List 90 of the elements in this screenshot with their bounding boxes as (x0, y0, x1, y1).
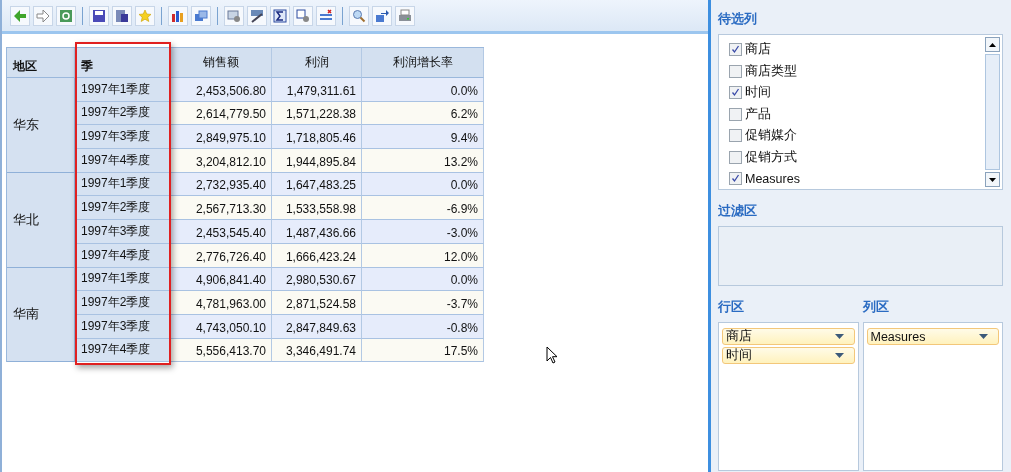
export-icon[interactable] (372, 5, 392, 26)
table-cell: 3,346,491.74 (272, 338, 362, 363)
table-cell: 1,571,228.38 (272, 101, 362, 126)
column-header: 销售额 (171, 48, 272, 78)
table-cell: 2,453,506.80 (171, 78, 272, 102)
table-cell: 2,453,545.40 (171, 220, 272, 244)
panel-title: 待选列 (718, 10, 758, 28)
table-cell: -3.7% (362, 291, 484, 315)
table-cell: 1997年2季度 (75, 291, 171, 315)
panel-title: 行区 (718, 298, 745, 316)
table-cell: 1,718,805.46 (272, 125, 362, 150)
table-cell: 12.0% (362, 243, 484, 268)
field-label: 促销方式 (745, 148, 797, 166)
drop-area[interactable]: 商店 时间 (718, 322, 859, 471)
checkbox[interactable] (729, 150, 742, 164)
table-cell: 1,647,483.25 (272, 172, 362, 197)
refresh-icon[interactable] (56, 5, 76, 26)
field-label: 商店 (745, 41, 771, 59)
region-cell: 华南 (7, 267, 75, 363)
table-cell: 1,666,423.24 (272, 243, 362, 268)
table-cell: -0.8% (362, 314, 484, 339)
table-cell: 4,781,963.00 (171, 291, 272, 315)
table-cell: 1997年3季度 (75, 125, 171, 150)
checkbox[interactable] (729, 64, 742, 78)
table-cell: 6.2% (362, 101, 484, 126)
table-cell: 1997年4季度 (75, 149, 171, 173)
column-header: 季 (75, 48, 171, 78)
delete-icon[interactable] (316, 5, 336, 26)
table-cell: 0.0% (362, 172, 484, 197)
table-cell: 1,479,311.61 (272, 78, 362, 102)
save-icon[interactable] (89, 5, 109, 26)
field-label: 商店类型 (745, 62, 797, 80)
table-cell: 1997年1季度 (75, 78, 171, 102)
caret-icon[interactable] (834, 353, 844, 358)
column-header: 利润 (272, 48, 362, 78)
field-label: 时间 (745, 84, 771, 102)
search-icon[interactable] (349, 5, 369, 26)
table-cell: 0.0% (362, 267, 484, 292)
table-cell: 2,776,726.40 (171, 243, 272, 268)
table-cell: 9.4% (362, 125, 484, 150)
field-label: 产品 (745, 105, 771, 123)
table-cell: 2,567,713.30 (171, 196, 272, 221)
table-cell: 2,849,975.10 (171, 125, 272, 150)
table-cell: 4,906,841.40 (171, 267, 272, 292)
scroll-down-icon[interactable] (985, 172, 1000, 187)
caret-icon[interactable] (834, 334, 844, 339)
field-chip[interactable]: 时间 (722, 347, 855, 364)
table-cell: 4,743,050.10 (171, 314, 272, 339)
table-cell: 0.0% (362, 78, 484, 102)
region-cell: 华北 (7, 172, 75, 268)
table-cell: 5,556,413.70 (171, 338, 272, 363)
table-cell: 13.2% (362, 149, 484, 173)
table-cell: 1997年3季度 (75, 220, 171, 244)
checkbox[interactable] (729, 129, 742, 143)
table-cell: -6.9% (362, 196, 484, 221)
scroll-up-icon[interactable] (985, 37, 1000, 52)
windows-icon[interactable] (191, 5, 211, 26)
table-cell: 2,847,849.63 (272, 314, 362, 339)
sum-icon[interactable] (270, 5, 290, 26)
column-header: 地区 (7, 48, 75, 78)
panel-title: 列区 (862, 298, 890, 316)
table-cell: 1997年2季度 (75, 196, 171, 221)
field-chip[interactable]: Measures (866, 328, 999, 345)
checkbox[interactable] (729, 172, 742, 186)
table-cell: 2,732,935.40 (171, 172, 272, 197)
checkbox[interactable] (729, 86, 742, 100)
table-cell: 1,487,436.66 (272, 220, 362, 244)
checkbox[interactable] (729, 107, 742, 121)
table-cell: -3.0% (362, 220, 484, 244)
table-cell: 1,533,558.98 (272, 196, 362, 221)
field-chip[interactable]: 商店 (722, 328, 855, 345)
bar-chart-icon[interactable] (168, 5, 188, 26)
table-cell: 2,871,524.58 (272, 291, 362, 315)
field-label: Measures (745, 171, 800, 186)
table-cell: 2,980,530.67 (272, 267, 362, 292)
scrollbar-thumb[interactable] (985, 54, 1000, 170)
cursor-icon (546, 346, 558, 364)
region-cell: 华东 (7, 78, 75, 173)
panel-title: 过滤区 (718, 202, 758, 220)
field-label: 促销媒介 (745, 127, 797, 145)
column-header: 利润增长率 (362, 48, 484, 78)
table-cell: 2,614,779.50 (171, 101, 272, 126)
caret-icon[interactable] (979, 334, 988, 339)
save-as-icon[interactable] (112, 5, 132, 26)
table-cell: 3,204,812.10 (171, 149, 272, 173)
drop-area[interactable]: Measures (862, 322, 1003, 471)
print-icon[interactable] (395, 5, 415, 26)
checkbox[interactable] (729, 43, 742, 57)
table-cell: 17.5% (362, 338, 484, 363)
table-cell: 1,944,895.84 (272, 149, 362, 173)
